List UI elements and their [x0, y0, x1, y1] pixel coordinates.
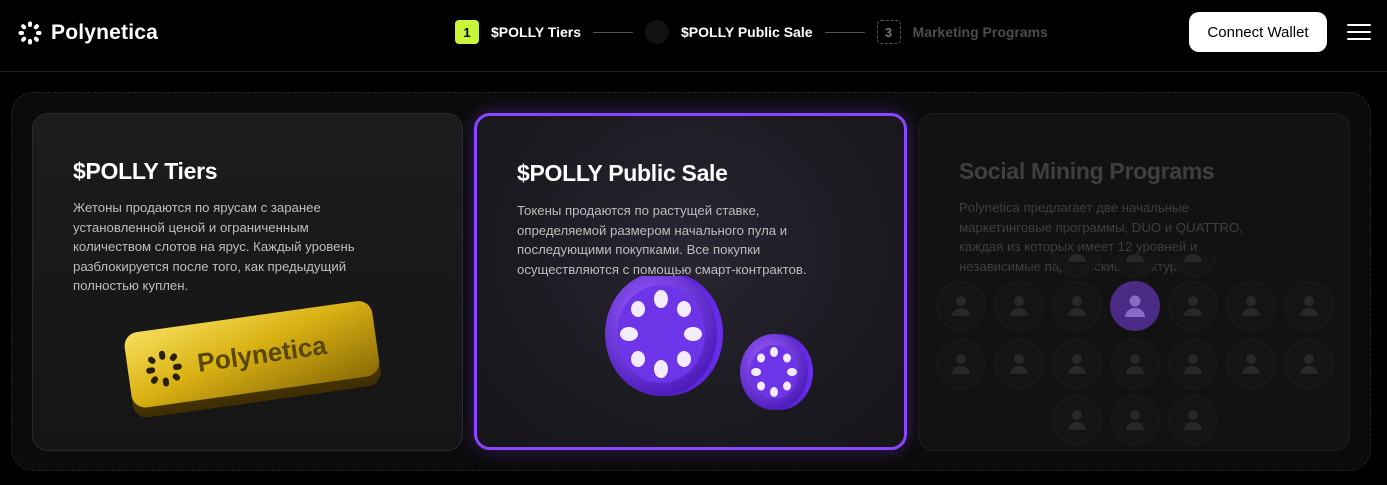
card-polly-tiers[interactable]: $POLLY Tiers Жетоны продаются по ярусам …: [32, 113, 463, 451]
step-public-sale[interactable]: $POLLY Public Sale: [645, 20, 813, 44]
step-marketing[interactable]: 3 Marketing Programs: [876, 20, 1048, 44]
step-label: $POLLY Tiers: [491, 24, 582, 40]
step-connector: [824, 31, 865, 33]
card-description: Жетоны продаются по ярусам с заранее уст…: [73, 200, 355, 294]
card-polly-public-sale[interactable]: $POLLY Public Sale Токены продаются по р…: [474, 113, 907, 450]
step-number: 3: [876, 20, 901, 44]
step-label: Marketing Programs: [912, 24, 1048, 40]
polynetica-logo-icon: [18, 21, 42, 45]
step-number: 1: [455, 20, 479, 44]
card-description: Токены продаются по растущей ставке, опр…: [517, 203, 807, 277]
card-title: $POLLY Public Sale: [517, 160, 728, 186]
hamburger-menu-icon[interactable]: [1347, 24, 1371, 41]
card-social-mining[interactable]: Social Mining Programs Polynetica предла…: [918, 113, 1350, 451]
card-title: $POLLY Tiers: [73, 158, 218, 184]
partner-network-image: [919, 227, 1349, 450]
brand-logo[interactable]: Polynetica: [18, 20, 158, 46]
gold-bar-image: Polynetica: [119, 290, 389, 425]
step-connector: [593, 31, 634, 33]
coins-image: [599, 272, 819, 421]
step-tiers[interactable]: 1 $POLLY Tiers: [455, 20, 581, 44]
top-bar: Polynetica 1 $POLLY Tiers $POLLY Public …: [0, 0, 1387, 72]
progress-steps: 1 $POLLY Tiers $POLLY Public Sale 3 Mark…: [455, 20, 1048, 44]
step-dot-icon: [645, 20, 670, 44]
step-label: $POLLY Public Sale: [681, 24, 813, 40]
brand-name: Polynetica: [51, 21, 159, 44]
connect-wallet-button[interactable]: Connect Wallet: [1189, 12, 1327, 52]
card-title: Social Mining Programs: [959, 158, 1215, 184]
